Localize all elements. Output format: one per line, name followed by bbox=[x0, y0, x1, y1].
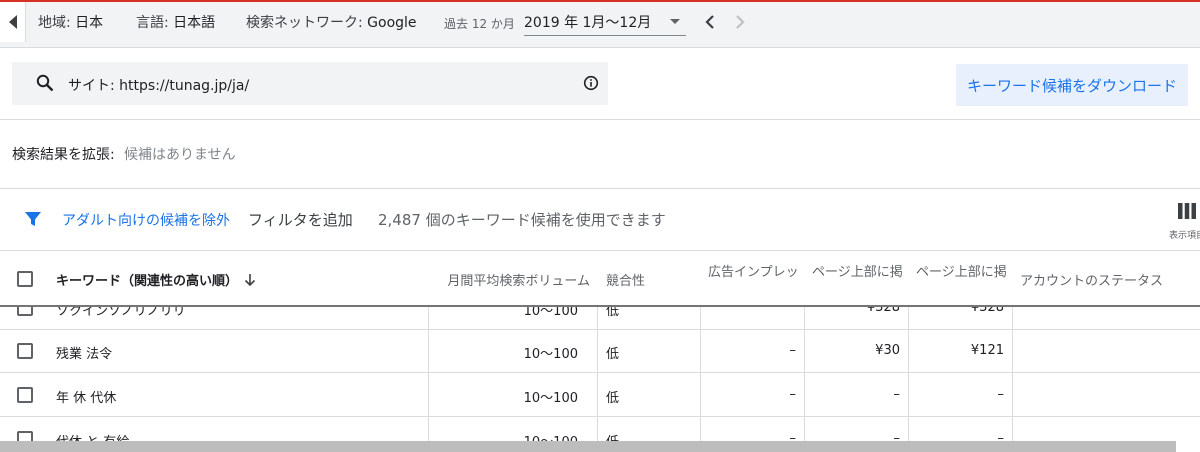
select-all-checkbox[interactable] bbox=[17, 271, 33, 287]
table-row[interactable]: 代休 と 有給 10～100 低 – – – bbox=[0, 417, 1200, 441]
triangle-left-icon bbox=[8, 15, 17, 29]
header-account-status[interactable]: アカウントのステータス bbox=[1020, 270, 1190, 289]
row-volume: 10～100 bbox=[523, 347, 578, 362]
row-competition: 低 bbox=[606, 347, 620, 362]
row-volume: 10～100 bbox=[430, 431, 578, 441]
search-input[interactable]: サイト: https://tunag.jp/ja/ bbox=[12, 62, 608, 105]
row-competition: 低 bbox=[606, 391, 620, 406]
row-competition: 低 bbox=[606, 431, 619, 441]
search-query: サイト: https://tunag.jp/ja/ bbox=[68, 78, 250, 94]
collapse-button[interactable] bbox=[0, 2, 26, 42]
language-selector[interactable]: 言語: 日本語 bbox=[136, 12, 215, 32]
divider bbox=[0, 188, 1200, 189]
expand-results-label: 検索結果を拡張: bbox=[12, 147, 115, 163]
row-bid-low: – bbox=[893, 431, 901, 441]
search-icon bbox=[36, 74, 54, 92]
table-header: キーワード（関連性の高い順） 月間平均検索ボリューム 競合性 広告インプレッ ペ… bbox=[0, 251, 1200, 307]
header-ad-impression[interactable]: 広告インプレッ bbox=[708, 261, 802, 280]
network-value: Google bbox=[367, 15, 417, 31]
row-bid-high: ¥121 bbox=[970, 343, 1004, 358]
columns-icon[interactable] bbox=[1178, 203, 1196, 219]
period-value: 2019 年 1月～12月 bbox=[524, 15, 652, 31]
info-icon[interactable] bbox=[583, 75, 599, 91]
row-impressions: – bbox=[789, 343, 797, 358]
row-impressions: – bbox=[789, 431, 797, 441]
row-impressions: – bbox=[789, 387, 797, 402]
top-toolbar: 地域: 日本 言語: 日本語 検索ネットワーク: Google 過去 12 か月… bbox=[0, 2, 1200, 48]
chevron-left-icon[interactable] bbox=[704, 14, 716, 30]
period-label: 過去 12 か月 bbox=[444, 17, 515, 31]
row-volume: 10～100 bbox=[523, 391, 578, 406]
header-top-bid-high[interactable]: ページ上部に掲 bbox=[916, 261, 1010, 280]
header-monthly-volume[interactable]: 月間平均検索ボリューム bbox=[430, 270, 590, 289]
chevron-right-icon[interactable] bbox=[734, 14, 746, 30]
region-label: 地域: bbox=[38, 15, 71, 31]
row-bid-high: – bbox=[997, 387, 1005, 402]
header-competition[interactable]: 競合性 bbox=[606, 270, 696, 289]
language-value: 日本語 bbox=[173, 15, 216, 31]
row-keyword: 代休 と 有給 bbox=[56, 431, 129, 441]
network-selector[interactable]: 検索ネットワーク: Google bbox=[246, 12, 417, 32]
keyword-count-text: 2,487 個のキーワード候補を使用できます bbox=[378, 211, 666, 229]
row-checkbox[interactable] bbox=[17, 387, 33, 403]
filter-icon[interactable] bbox=[24, 210, 42, 228]
add-filter-button[interactable]: フィルタを追加 bbox=[248, 209, 353, 230]
row-checkbox[interactable] bbox=[17, 431, 33, 441]
language-label: 言語: bbox=[136, 15, 169, 31]
row-checkbox[interactable] bbox=[17, 343, 33, 359]
exclude-adult-filter-link[interactable]: アダルト向けの候補を除外 bbox=[62, 210, 230, 230]
network-label: 検索ネットワーク: bbox=[246, 15, 363, 31]
row-bid-low: ¥30 bbox=[875, 343, 900, 358]
header-keyword[interactable]: キーワード（関連性の高い順） bbox=[56, 270, 238, 289]
region-selector[interactable]: 地域: 日本 bbox=[38, 12, 103, 32]
keyword-table: キーワード（関連性の高い順） 月間平均検索ボリューム 競合性 広告インプレッ ペ… bbox=[0, 251, 1200, 441]
download-keywords-button[interactable]: キーワード候補をダウンロード bbox=[956, 64, 1188, 106]
divider bbox=[0, 119, 1200, 120]
arrow-down-icon[interactable] bbox=[244, 273, 256, 287]
table-row[interactable]: 年 休 代休 10～100 低 – – – bbox=[0, 373, 1200, 417]
row-bid-high: – bbox=[997, 431, 1005, 441]
expand-results-value: 候補はありません bbox=[124, 147, 236, 163]
header-top-bid-low[interactable]: ページ上部に掲 bbox=[812, 261, 906, 280]
row-keyword: 残業 法令 bbox=[56, 347, 113, 362]
columns-label[interactable]: 表示項目 bbox=[1169, 228, 1200, 241]
table-row[interactable]: 残業 法令 10～100 低 – ¥30 ¥121 bbox=[0, 329, 1200, 373]
caret-down-icon bbox=[670, 19, 680, 24]
horizontal-scrollbar[interactable] bbox=[0, 441, 1176, 452]
region-value: 日本 bbox=[75, 15, 104, 31]
row-keyword: 年 休 代休 bbox=[56, 391, 117, 406]
row-bid-low: – bbox=[893, 387, 901, 402]
period-dropdown[interactable]: 2019 年 1月～12月 bbox=[524, 10, 686, 36]
